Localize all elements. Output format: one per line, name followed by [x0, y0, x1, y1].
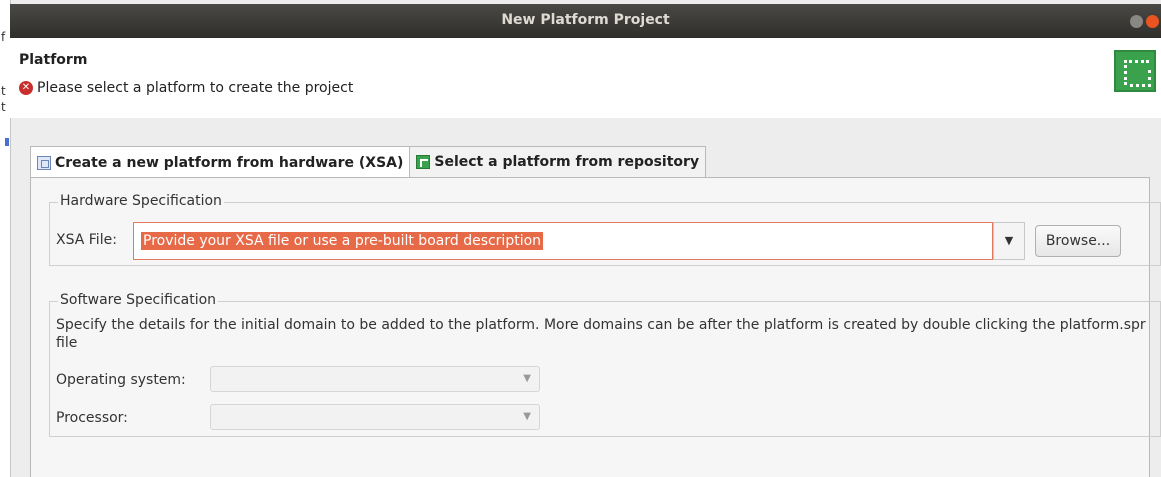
platform-logo-icon	[1114, 50, 1156, 92]
strip-char: t	[1, 84, 6, 98]
chevron-down-icon: ▼	[1004, 234, 1014, 247]
processor-select[interactable]: ▼	[210, 404, 540, 430]
chevron-down-icon: ▼	[523, 411, 531, 422]
processor-label: Processor:	[56, 410, 128, 426]
xsa-file-label: XSA File:	[56, 232, 117, 248]
error-icon: ✕	[19, 81, 33, 95]
strip-char: f	[1, 30, 6, 44]
minimize-button[interactable]	[1130, 15, 1143, 28]
hardware-specification-group: Hardware Specification XSA File: Provide…	[49, 193, 1161, 266]
background-marker	[5, 138, 9, 146]
xsa-dropdown-button[interactable]: ▼	[993, 222, 1025, 260]
software-description: Specify the details for the initial doma…	[56, 317, 1146, 351]
xsa-file-input[interactable]: Provide your XSA file or use a pre-built…	[133, 222, 993, 260]
tab-select-from-repository[interactable]: Select a platform from repository	[410, 146, 707, 178]
operating-system-select[interactable]: ▼	[210, 366, 540, 392]
software-specification-group: Software Specification Specify the detai…	[49, 292, 1161, 437]
group-legend: Hardware Specification	[58, 193, 224, 209]
browse-button[interactable]: Browse...	[1035, 225, 1121, 257]
dialog-header: Platform ✕ Please select a platform to c…	[10, 38, 1161, 118]
window-titlebar[interactable]: New Platform Project	[10, 4, 1161, 38]
window-title: New Platform Project	[501, 12, 670, 28]
error-message: ✕ Please select a platform to create the…	[19, 80, 353, 96]
tab-content-panel: Hardware Specification XSA File: Provide…	[30, 177, 1161, 477]
hardware-table-icon	[37, 155, 51, 170]
page-title: Platform	[19, 52, 88, 68]
tab-create-from-hardware[interactable]: Create a new platform from hardware (XSA…	[30, 146, 411, 178]
operating-system-label: Operating system:	[56, 372, 186, 388]
strip-char: t	[1, 100, 6, 114]
xsa-file-placeholder: Provide your XSA file or use a pre-built…	[141, 232, 544, 250]
close-button[interactable]	[1146, 15, 1159, 28]
tab-label: Select a platform from repository	[434, 154, 700, 170]
tab-label: Create a new platform from hardware (XSA…	[55, 154, 404, 171]
repository-icon	[416, 155, 431, 169]
group-legend: Software Specification	[58, 292, 219, 308]
tab-bar: Create a new platform from hardware (XSA…	[30, 146, 707, 178]
chevron-down-icon: ▼	[523, 373, 531, 384]
error-message-text: Please select a platform to create the p…	[37, 80, 354, 96]
